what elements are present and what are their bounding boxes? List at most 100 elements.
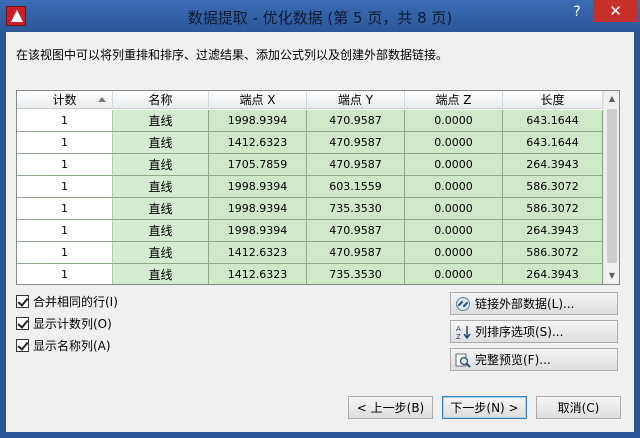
- table-row[interactable]: 1 直线 1998.9394 603.1559 0.0000 586.3072: [17, 176, 603, 198]
- checkbox-label: 合并相同的行(I): [33, 294, 118, 309]
- cell-end-y[interactable]: 603.1559: [307, 176, 405, 198]
- link-external-data-button[interactable]: 链接外部数据(L)...: [450, 292, 618, 315]
- cell-end-x[interactable]: 1705.7859: [209, 154, 307, 176]
- close-button[interactable]: ✕: [593, 0, 638, 22]
- cell-count[interactable]: 1: [17, 242, 113, 264]
- back-button[interactable]: < 上一步(B): [348, 396, 433, 419]
- cell-name[interactable]: 直线: [113, 154, 209, 176]
- cell-count[interactable]: 1: [17, 198, 113, 220]
- button-label: 链接外部数据(L)...: [475, 297, 575, 311]
- column-header-length[interactable]: 长度: [503, 91, 603, 109]
- scroll-thumb[interactable]: [607, 109, 617, 263]
- checkbox-checked-icon[interactable]: [16, 294, 29, 308]
- cell-length[interactable]: 643.1644: [503, 132, 603, 154]
- cell-name[interactable]: 直线: [113, 242, 209, 264]
- table-row[interactable]: 1 直线 1412.6323 470.9587 0.0000 586.3072: [17, 242, 603, 264]
- page-description: 在该视图中可以将列重排和排序、过滤结果、添加公式列以及创建外部数据链接。: [16, 48, 449, 62]
- dialog-body: 在该视图中可以将列重排和排序、过滤结果、添加公式列以及创建外部数据链接。 计数 …: [6, 32, 634, 432]
- cell-end-x[interactable]: 1412.6323: [209, 242, 307, 264]
- show-name-column-checkbox[interactable]: 显示名称列(A): [16, 336, 111, 354]
- vertical-scrollbar[interactable]: ▲ ▼: [603, 91, 619, 284]
- cell-end-z[interactable]: 0.0000: [405, 198, 503, 220]
- cell-end-z[interactable]: 0.0000: [405, 110, 503, 132]
- next-button[interactable]: 下一步(N) >: [442, 396, 527, 419]
- cell-name[interactable]: 直线: [113, 110, 209, 132]
- link-chain-icon: [455, 296, 471, 312]
- cell-name[interactable]: 直线: [113, 176, 209, 198]
- scroll-up-icon[interactable]: ▲: [604, 91, 619, 107]
- cell-end-z[interactable]: 0.0000: [405, 132, 503, 154]
- cell-end-y[interactable]: 470.9587: [307, 242, 405, 264]
- column-sort-options-button[interactable]: AZ 列排序选项(S)...: [450, 320, 618, 343]
- grid-header: 计数 名称 端点 X 端点 Y 端点 Z 长度: [17, 91, 603, 109]
- cell-length[interactable]: 264.3943: [503, 154, 603, 176]
- cell-end-x[interactable]: 1998.9394: [209, 220, 307, 242]
- cell-end-x[interactable]: 1998.9394: [209, 176, 307, 198]
- cell-end-z[interactable]: 0.0000: [405, 264, 503, 284]
- merge-identical-rows-checkbox[interactable]: 合并相同的行(I): [16, 292, 118, 310]
- data-grid[interactable]: 计数 名称 端点 X 端点 Y 端点 Z 长度 1 直线 1998.9394 470.…: [16, 90, 620, 285]
- sort-az-icon: AZ: [455, 324, 471, 341]
- show-count-column-checkbox[interactable]: 显示计数列(O): [16, 314, 112, 332]
- cell-length[interactable]: 586.3072: [503, 198, 603, 220]
- svg-text:Z: Z: [456, 333, 461, 340]
- cell-length[interactable]: 586.3072: [503, 176, 603, 198]
- cell-length[interactable]: 643.1644: [503, 110, 603, 132]
- cell-end-z[interactable]: 0.0000: [405, 220, 503, 242]
- window-title: 数据提取 - 优化数据 (第 5 页，共 8 页): [187, 9, 453, 27]
- cell-end-x[interactable]: 1998.9394: [209, 110, 307, 132]
- cell-count[interactable]: 1: [17, 264, 113, 284]
- checkbox-label: 显示名称列(A): [33, 338, 111, 353]
- cell-end-x[interactable]: 1412.6323: [209, 132, 307, 154]
- column-header-end-z[interactable]: 端点 Z: [405, 91, 503, 109]
- cell-length[interactable]: 264.3943: [503, 220, 603, 242]
- cell-name[interactable]: 直线: [113, 220, 209, 242]
- table-row[interactable]: 1 直线 1705.7859 470.9587 0.0000 264.3943: [17, 154, 603, 176]
- button-label: 完整预览(F)...: [475, 353, 551, 367]
- cell-name[interactable]: 直线: [113, 264, 209, 284]
- cell-end-z[interactable]: 0.0000: [405, 154, 503, 176]
- checkbox-checked-icon[interactable]: [16, 316, 29, 330]
- magnifier-preview-icon: [455, 352, 471, 368]
- cell-end-y[interactable]: 470.9587: [307, 110, 405, 132]
- full-preview-button[interactable]: 完整预览(F)...: [450, 348, 618, 371]
- column-header-name[interactable]: 名称: [113, 91, 209, 109]
- table-row[interactable]: 1 直线 1998.9394 735.3530 0.0000 586.3072: [17, 198, 603, 220]
- svg-text:A: A: [456, 325, 461, 333]
- column-header-end-x[interactable]: 端点 X: [209, 91, 307, 109]
- cell-count[interactable]: 1: [17, 220, 113, 242]
- table-row[interactable]: 1 直线 1412.6323 470.9587 0.0000 643.1644: [17, 132, 603, 154]
- cell-end-y[interactable]: 735.3530: [307, 264, 405, 284]
- title-bar: 数据提取 - 优化数据 (第 5 页，共 8 页) ? ✕: [0, 0, 640, 32]
- cell-end-z[interactable]: 0.0000: [405, 176, 503, 198]
- cell-end-y[interactable]: 470.9587: [307, 154, 405, 176]
- cell-end-y[interactable]: 735.3530: [307, 198, 405, 220]
- table-row[interactable]: 1 直线 1412.6323 735.3530 0.0000 264.3943: [17, 264, 603, 284]
- checkbox-label: 显示计数列(O): [33, 316, 112, 331]
- help-button[interactable]: ?: [564, 2, 590, 22]
- checkbox-checked-icon[interactable]: [16, 338, 29, 352]
- cell-end-z[interactable]: 0.0000: [405, 242, 503, 264]
- cell-end-x[interactable]: 1412.6323: [209, 264, 307, 284]
- cancel-button[interactable]: 取消(C): [536, 396, 621, 419]
- cell-length[interactable]: 586.3072: [503, 242, 603, 264]
- cell-end-y[interactable]: 470.9587: [307, 220, 405, 242]
- cell-length[interactable]: 264.3943: [503, 264, 603, 284]
- cell-end-x[interactable]: 1998.9394: [209, 198, 307, 220]
- cell-count[interactable]: 1: [17, 154, 113, 176]
- table-row[interactable]: 1 直线 1998.9394 470.9587 0.0000 264.3943: [17, 220, 603, 242]
- column-header-end-y[interactable]: 端点 Y: [307, 91, 405, 109]
- cell-end-y[interactable]: 470.9587: [307, 132, 405, 154]
- scroll-down-icon[interactable]: ▼: [604, 268, 619, 284]
- button-label: 列排序选项(S)...: [475, 325, 564, 339]
- column-header-label: 计数: [52, 93, 77, 107]
- cell-count[interactable]: 1: [17, 176, 113, 198]
- dialog-window: 数据提取 - 优化数据 (第 5 页，共 8 页) ? ✕ 在该视图中可以将列重…: [0, 0, 640, 438]
- cell-name[interactable]: 直线: [113, 132, 209, 154]
- cell-count[interactable]: 1: [17, 110, 113, 132]
- cell-name[interactable]: 直线: [113, 198, 209, 220]
- column-header-count[interactable]: 计数: [17, 91, 113, 109]
- sort-ascending-icon: [98, 97, 106, 102]
- cell-count[interactable]: 1: [17, 132, 113, 154]
- table-row[interactable]: 1 直线 1998.9394 470.9587 0.0000 643.1644: [17, 110, 603, 132]
